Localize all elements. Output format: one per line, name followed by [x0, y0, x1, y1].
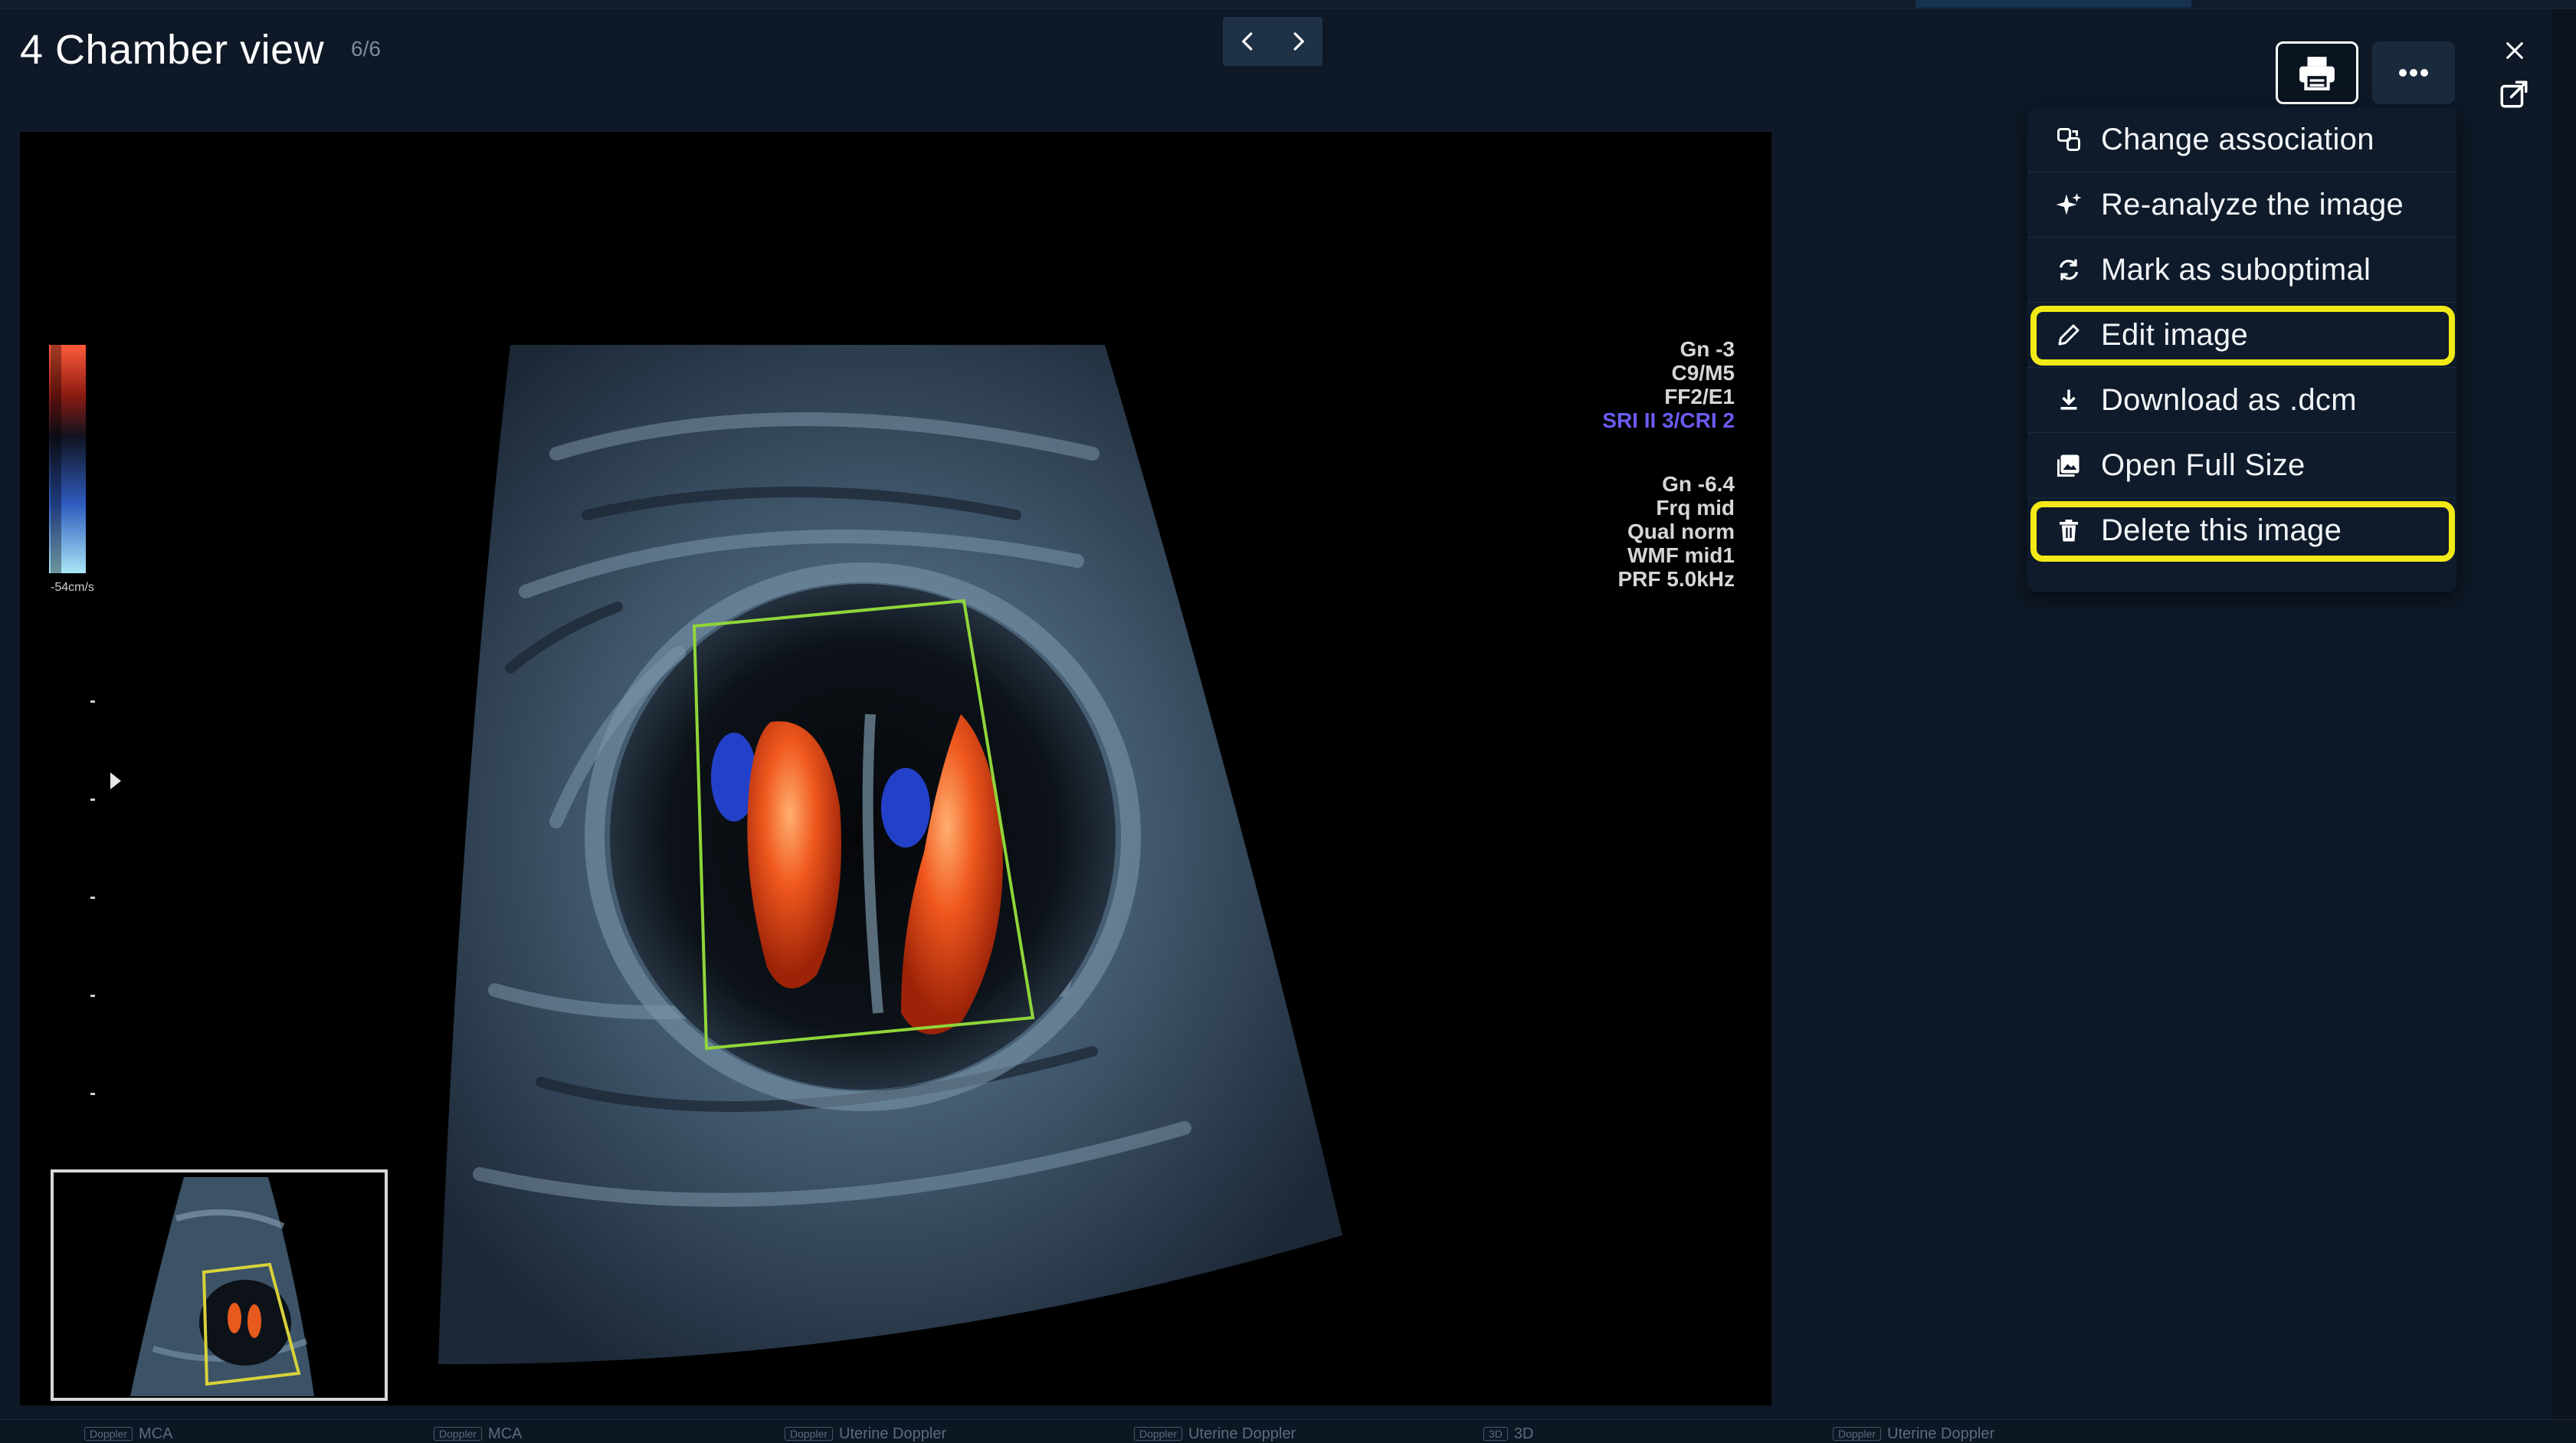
- next-image-button[interactable]: [1273, 17, 1322, 66]
- overlay-line: Qual norm: [1627, 520, 1735, 543]
- sparkle-icon: [2053, 189, 2084, 220]
- overlay-line: PRF 5.0kHz: [1617, 567, 1735, 591]
- menu-item-label: Edit image: [2101, 317, 2248, 352]
- open-external-icon: [2500, 80, 2528, 108]
- menu-item-delete-this-image[interactable]: Delete this image: [2027, 498, 2456, 563]
- overlay-line: Gn -6.4: [1662, 472, 1735, 496]
- thumbnail-scan-graphic: [130, 1177, 314, 1396]
- menu-item-label: Re-analyze the image: [2101, 187, 2404, 221]
- refresh-icon: [2053, 254, 2084, 285]
- overlay-line: WMF mid1: [1627, 543, 1735, 567]
- depth-tick: [90, 995, 95, 997]
- menu-item-change-association[interactable]: Change association: [2027, 107, 2456, 172]
- print-button[interactable]: [2276, 41, 2358, 104]
- ultrasound-settings-top: Gn -3 C9/M5 FF2/E1 SRI II 3/CRI 2: [1602, 337, 1735, 432]
- velocity-scale-label: -54cm/s: [51, 581, 94, 594]
- image-icon: [2053, 450, 2084, 480]
- bottom-thumbnail-tab[interactable]: Doppler MCA: [434, 1425, 522, 1443]
- thumbnail-label: 3D: [1513, 1425, 1534, 1442]
- menu-item-label: Mark as suboptimal: [2101, 252, 2371, 287]
- focus-marker: [110, 772, 121, 789]
- menu-item-download-as-dcm[interactable]: Download as .dcm: [2027, 368, 2456, 433]
- thumbnail-label: MCA: [488, 1425, 523, 1442]
- page-title: 4 Chamber view: [20, 27, 325, 73]
- menu-item-label: Open Full Size: [2101, 448, 2306, 482]
- pencil-icon: [2053, 320, 2084, 350]
- thumbnail-label: Uterine Doppler: [1188, 1425, 1296, 1442]
- menu-item-label: Change association: [2101, 122, 2374, 156]
- menu-item-label: Download as .dcm: [2101, 382, 2357, 417]
- thumbnail-type-badge: Doppler: [1833, 1427, 1882, 1441]
- overlay-line: FF2/E1: [1664, 385, 1735, 408]
- thumbnail-type-badge: Doppler: [1134, 1427, 1183, 1441]
- thumbnail-type-badge: 3D: [1483, 1427, 1508, 1441]
- image-viewer: 4 Chamber view 6/6 Gn -3 C9/M5 FF2/E1 SR…: [0, 9, 2551, 1419]
- image-nav: [1223, 17, 1322, 66]
- depth-tick: [90, 897, 95, 899]
- thumbnail-label: MCA: [139, 1425, 173, 1442]
- depth-tick: [90, 700, 95, 703]
- overlay-line-accent: SRI II 3/CRI 2: [1602, 408, 1735, 432]
- depth-tick: [90, 1093, 95, 1095]
- chevron-right-icon: [1293, 32, 1304, 51]
- menu-item-re-analyze-the-image[interactable]: Re-analyze the image: [2027, 172, 2456, 238]
- change-association-icon: [2053, 124, 2084, 155]
- top-strip-active-segment: [1916, 0, 2191, 8]
- thumbnail-type-badge: Doppler: [84, 1427, 133, 1441]
- chevron-left-icon: [1241, 32, 1252, 51]
- more-horizontal-icon: [2399, 69, 2428, 77]
- bottom-thumbnail-tab[interactable]: Doppler Uterine Doppler: [1134, 1425, 1296, 1443]
- menu-item-label: Delete this image: [2101, 513, 2342, 547]
- top-strip: [0, 0, 2576, 9]
- bottom-thumbnail-strip: Doppler MCA Doppler MCA Doppler Uterine Doppl…: [0, 1419, 2576, 1442]
- overlay-line: Gn -3: [1680, 337, 1735, 361]
- bottom-thumbnail-tab[interactable]: 3D 3D: [1483, 1425, 1533, 1443]
- thumbnail-type-badge: Doppler: [785, 1427, 834, 1441]
- thumbnail-type-badge: Doppler: [434, 1427, 483, 1441]
- bottom-thumbnail-tab[interactable]: Doppler Uterine Doppler: [1833, 1425, 1994, 1443]
- menu-item-edit-image[interactable]: Edit image: [2027, 303, 2456, 368]
- thumbnail-label: Uterine Doppler: [839, 1425, 947, 1442]
- menu-item-open-full-size[interactable]: Open Full Size: [2027, 433, 2456, 498]
- ultrasound-settings-bottom: Gn -6.4 Frq mid Qual norm WMF mid1 PRF 5…: [1618, 472, 1735, 591]
- image-counter: 6/6: [351, 37, 381, 61]
- printer-icon: [2299, 57, 2335, 90]
- reference-thumbnail: [51, 1169, 388, 1401]
- trash-icon: [2053, 516, 2084, 546]
- overlay-line: C9/M5: [1671, 361, 1735, 385]
- previous-image-button[interactable]: [1223, 17, 1273, 66]
- ultrasound-image: Gn -3 C9/M5 FF2/E1 SRI II 3/CRI 2 Gn -6.…: [20, 132, 1771, 1405]
- bottom-thumbnail-tab[interactable]: Doppler Uterine Doppler: [785, 1425, 946, 1443]
- open-external-button[interactable]: [2496, 77, 2532, 112]
- more-options-menu: Change association Re-analyze the image Ma…: [2027, 107, 2456, 592]
- thumbnail-label: Uterine Doppler: [1887, 1425, 1995, 1442]
- download-icon: [2053, 385, 2084, 415]
- overlay-line: Frq mid: [1656, 496, 1735, 520]
- more-options-button[interactable]: [2372, 41, 2455, 104]
- menu-item-mark-as-suboptimal[interactable]: Mark as suboptimal: [2027, 238, 2456, 303]
- bottom-thumbnail-tab[interactable]: Doppler MCA: [84, 1425, 172, 1443]
- depth-tick: [90, 799, 95, 801]
- close-button[interactable]: [2499, 35, 2530, 66]
- close-icon: [2506, 42, 2523, 59]
